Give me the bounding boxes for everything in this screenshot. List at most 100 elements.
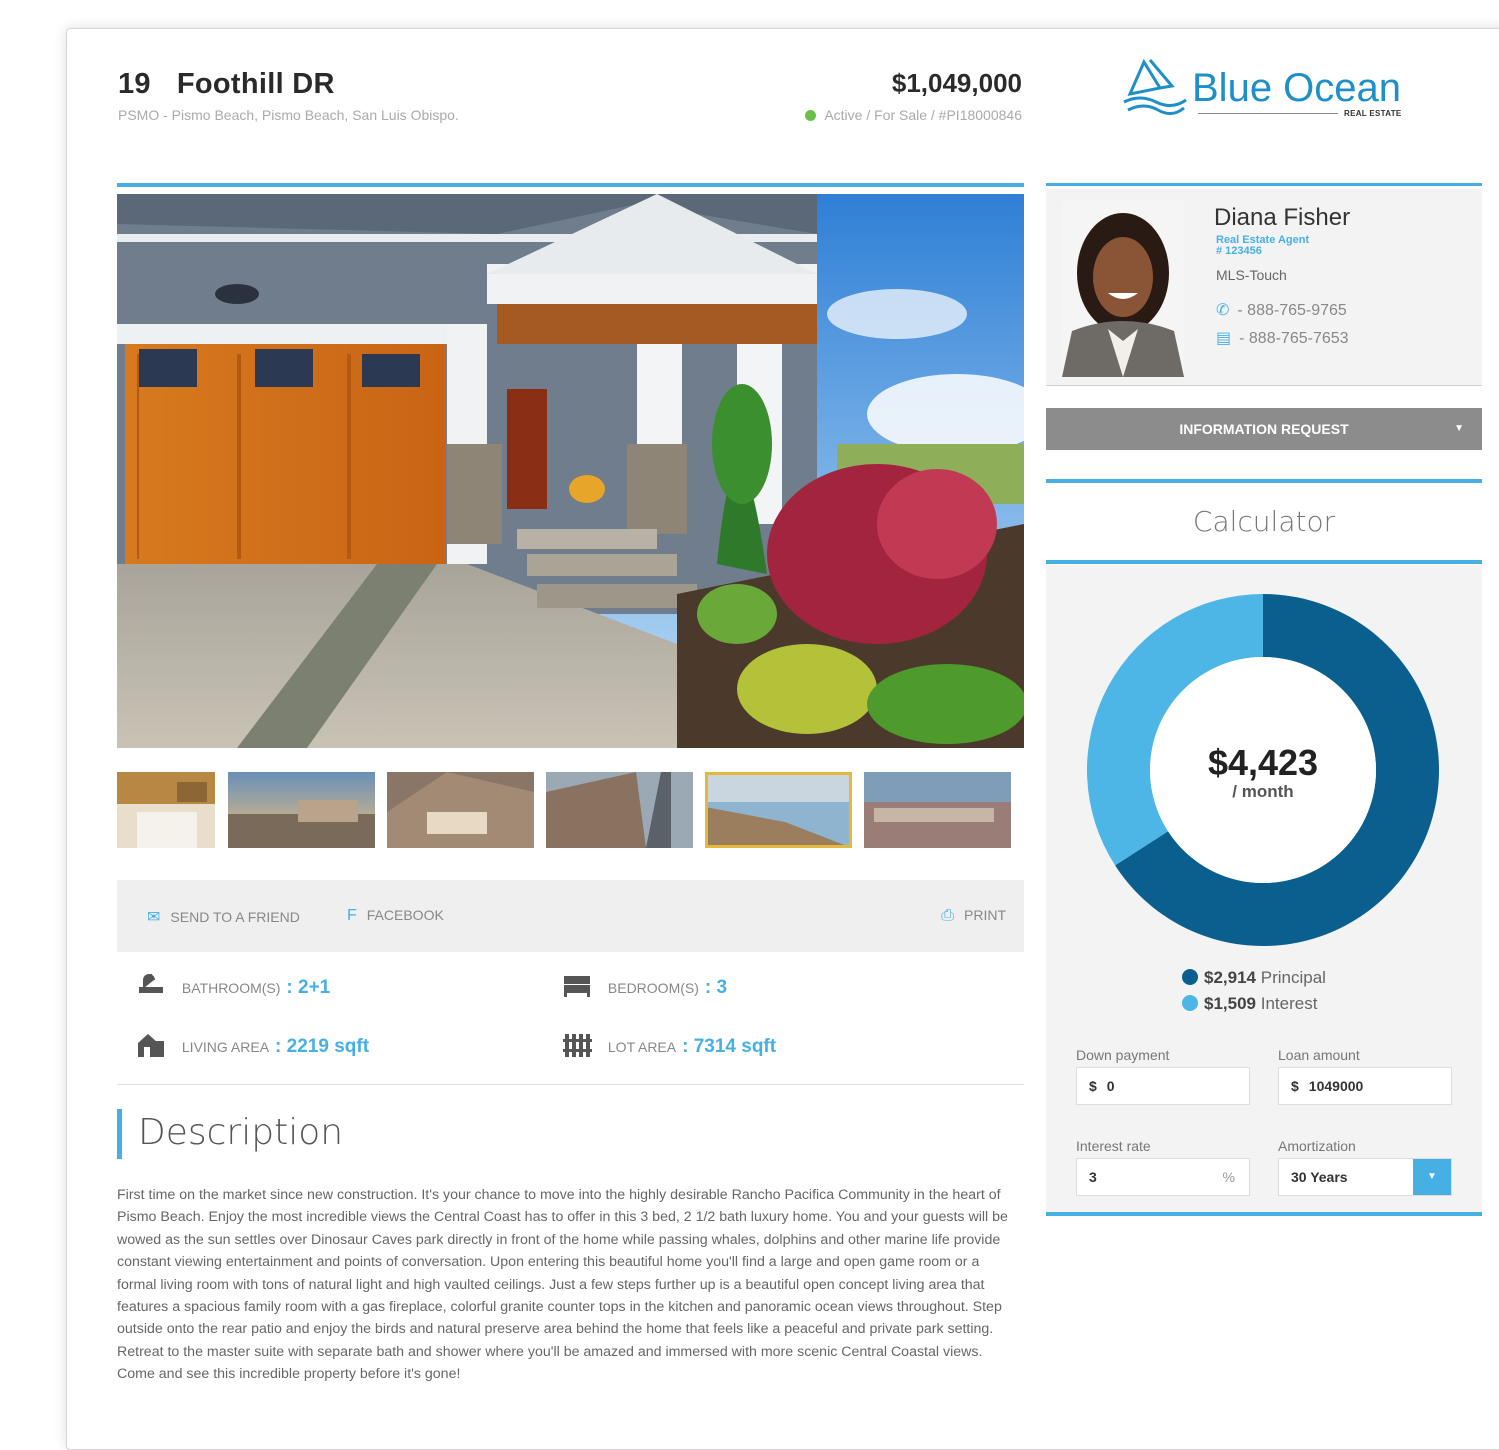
agent-license: # 123456 (1216, 245, 1262, 257)
brand-logo[interactable]: Blue Ocean REAL ESTATE (1120, 56, 1430, 126)
status-text: Active / For Sale / #PI18000846 (824, 107, 1022, 123)
interest-rate-input[interactable]: 3% (1076, 1158, 1250, 1196)
calculator-title-rule (1046, 560, 1482, 564)
street-number: 19 (118, 68, 151, 100)
agent-top-rule (1046, 183, 1482, 186)
main-photo[interactable] (117, 194, 1024, 748)
chevron-down-icon: ▼ (1454, 423, 1464, 434)
calculator-panel: $4,423 / month $2,914 Principal $1,509 I… (1046, 565, 1482, 1213)
loan-amount-currency: $ (1291, 1078, 1299, 1094)
listing-price: $1,049,000 (891, 68, 1022, 98)
thumb-coastal-town-image (864, 772, 1011, 848)
monthly-payment: $4,423 (1208, 742, 1318, 783)
loan-amount-input[interactable]: $1049000 (1278, 1067, 1452, 1105)
principal-amount: $2,914 (1204, 968, 1256, 987)
description-title: Description (138, 1112, 344, 1153)
donut-legend: $2,914 Principal $1,509 Interest (1182, 965, 1326, 1017)
feature-bathrooms: BATHROOM(S) : 2+1 (136, 972, 330, 1000)
interest-rate-value: 3 (1089, 1169, 1097, 1185)
principal-label: Principal (1260, 968, 1326, 987)
interest-rate-unit: % (1222, 1169, 1235, 1185)
print-label: PRINT (964, 907, 1006, 923)
thumbnail-2[interactable] (228, 772, 375, 848)
bedrooms-value: : 3 (704, 977, 728, 998)
status-dot-icon (805, 110, 817, 121)
loan-amount-value: 1049000 (1308, 1078, 1364, 1094)
logo-divider (1198, 113, 1338, 114)
living-area-value: : 2219 sqft (275, 1036, 370, 1057)
thumbnail-1[interactable] (117, 772, 215, 848)
listing-subaddress: PSMO - Pismo Beach, Pismo Beach, San Lui… (118, 107, 459, 123)
agent-fax[interactable]: ▤ - 888-765-7653 (1216, 328, 1349, 348)
thumb-deck-sunset-image (228, 772, 375, 848)
facebook-label: FACEBOOK (366, 907, 444, 923)
agent-mls: MLS-Touch (1216, 267, 1287, 283)
agent-phone[interactable]: ✆ - 888-765-9765 (1216, 300, 1347, 320)
agent-fax-number: - 888-765-7653 (1239, 330, 1349, 347)
calculator-bottom-rule (1046, 1212, 1482, 1216)
interest-label: Interest (1260, 994, 1318, 1013)
listing-status: Active / For Sale / #PI18000846 (700, 107, 1022, 123)
bathrooms-label: BATHROOM(S) (181, 980, 281, 996)
agent-avatar (1062, 201, 1184, 377)
fence-icon (563, 1034, 592, 1057)
agent-role: Real Estate Agent # 123456 (1216, 235, 1309, 257)
legend-principal: $2,914 Principal (1182, 965, 1326, 991)
house-photo (117, 194, 1024, 748)
thumb-coast-road-image (546, 772, 693, 848)
principal-dot-icon (1182, 969, 1198, 985)
thumb-ocean-bluff-image (705, 772, 852, 848)
interest-dot-icon (1182, 995, 1198, 1011)
street-name: Foothill DR (176, 68, 335, 100)
thumbnail-5[interactable] (705, 772, 852, 848)
feature-lot-area: LOT AREA : 7314 sqft (562, 1031, 776, 1059)
photo-top-rule (117, 183, 1024, 187)
printer-icon: ⎙ (941, 907, 954, 924)
brand-name: Blue Ocean (1192, 66, 1402, 110)
phone-icon: ✆ (1216, 302, 1230, 319)
thumbnail-4[interactable] (546, 772, 693, 848)
thumbnail-3[interactable] (387, 772, 534, 848)
print-link[interactable]: ⎙ PRINT (941, 907, 1006, 925)
interest-rate-label: Interest rate (1076, 1138, 1151, 1154)
feature-bedrooms: BEDROOM(S) : 3 (562, 972, 727, 1000)
down-payment-label: Down payment (1076, 1047, 1170, 1063)
living-area-label: LIVING AREA (181, 1039, 270, 1055)
legend-interest: $1,509 Interest (1182, 991, 1326, 1017)
amortization-chevron-down-icon: ▼ (1413, 1159, 1451, 1195)
agent-card: Diana Fisher Real Estate Agent # 123456 M… (1046, 189, 1482, 385)
agent-bottom-rule (1046, 385, 1482, 386)
bed-icon (564, 976, 590, 997)
calculator-title: Calculator (1192, 505, 1336, 538)
description-accent-bar (117, 1109, 122, 1159)
agent-name: Diana Fisher (1214, 204, 1351, 231)
description-body: First time on the market since new const… (117, 1187, 1008, 1383)
thumbnail-6[interactable] (864, 772, 1011, 848)
share-bar: ✉ SEND TO A FRIEND f FACEBOOK ⎙ PRINT (117, 880, 1024, 952)
send-to-friend-link[interactable]: ✉ SEND TO A FRIEND (147, 907, 300, 927)
down-payment-input[interactable]: $0 (1076, 1067, 1250, 1105)
sailboat-logo-icon (1123, 58, 1187, 115)
lot-area-value: : 7314 sqft (682, 1036, 777, 1057)
per-month-label: / month (1232, 782, 1293, 801)
fax-icon: ▤ (1216, 330, 1232, 347)
thumb-hillside-homes-image (387, 772, 534, 848)
house-icon (138, 1034, 164, 1057)
feature-living-area: LIVING AREA : 2219 sqft (136, 1031, 369, 1059)
facebook-link[interactable]: f FACEBOOK (347, 907, 444, 925)
facebook-icon: f (347, 907, 357, 924)
payment-donut-chart: $4,423 / month (1087, 594, 1439, 946)
loan-amount-label: Loan amount (1278, 1047, 1360, 1063)
lot-area-label: LOT AREA (607, 1039, 677, 1055)
agent-portrait (1062, 201, 1184, 377)
interest-amount: $1,509 (1204, 994, 1256, 1013)
features-divider (117, 1084, 1024, 1085)
information-request-button[interactable]: INFORMATION REQUEST ▼ (1046, 408, 1482, 450)
send-label: SEND TO A FRIEND (170, 909, 300, 925)
amortization-select[interactable]: 30 Years ▼ (1278, 1158, 1452, 1196)
bathroom-icon (139, 973, 163, 993)
agent-phone-number: - 888-765-9765 (1237, 302, 1347, 319)
bedrooms-label: BEDROOM(S) (607, 980, 699, 996)
amortization-label: Amortization (1278, 1138, 1356, 1154)
bathrooms-value: : 2+1 (286, 977, 331, 998)
